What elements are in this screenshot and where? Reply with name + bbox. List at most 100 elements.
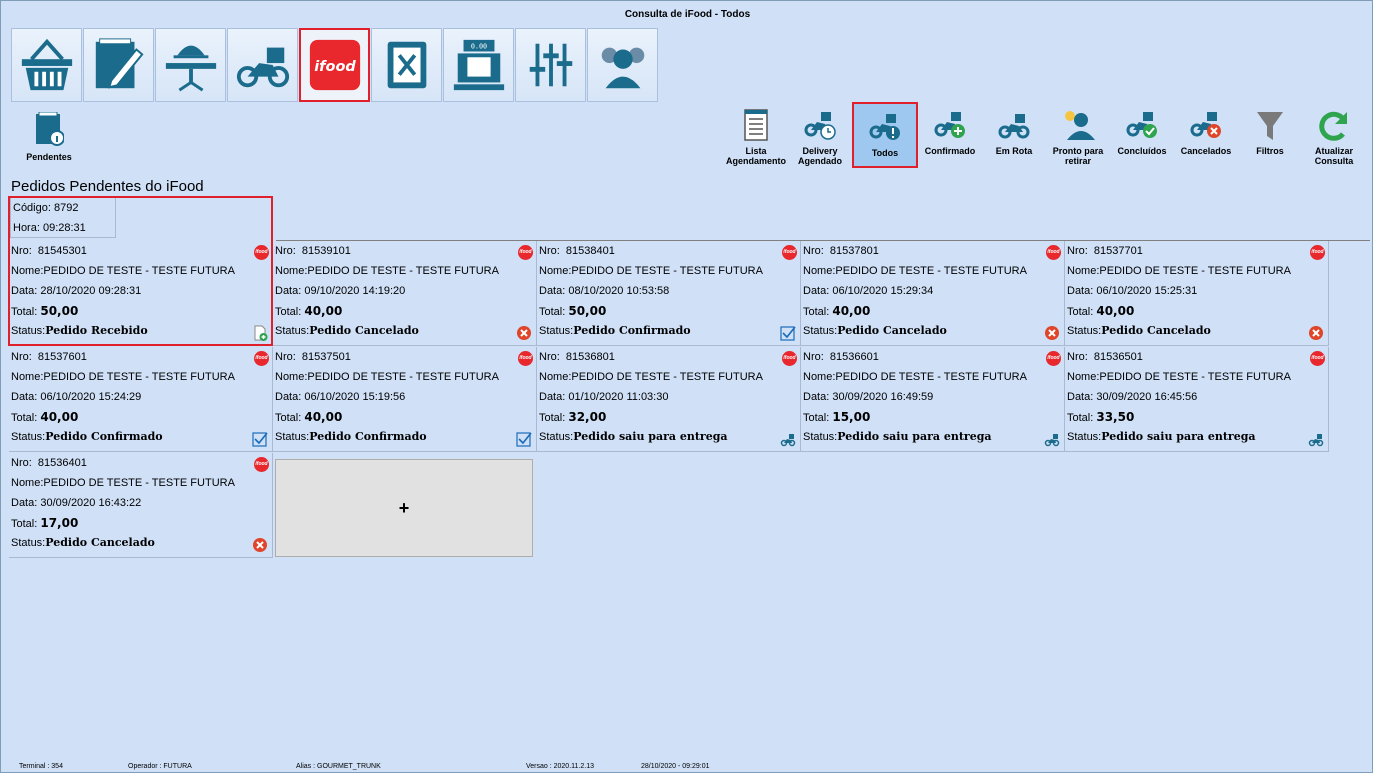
order-total: 40,00 xyxy=(1096,304,1135,318)
order-card[interactable]: Nro: 81537601 Nome:PEDIDO DE TESTE - TEST… xyxy=(9,347,273,452)
order-number: 81536801 xyxy=(565,351,615,363)
order-date-row: Data: 28/10/2020 09:28:31 xyxy=(11,285,142,297)
em-rota-button[interactable]: Em Rota xyxy=(982,102,1046,172)
cancel-icon xyxy=(516,325,532,341)
module-ifood[interactable]: ifood xyxy=(299,28,370,102)
datetime-text: 28/10/2020 - 09:29:01 xyxy=(641,763,710,770)
order-card[interactable]: Nro: 81539101 Nome:PEDIDO DE TESTE - TEST… xyxy=(273,241,537,346)
order-total-row: Total: 50,00 xyxy=(539,304,607,318)
check-icon xyxy=(252,431,268,447)
completed-delivery-icon xyxy=(1126,112,1157,138)
pronto-retirar-button[interactable]: Pronto para retirar xyxy=(1046,102,1110,172)
order-date: 28/10/2020 09:28:31 xyxy=(40,285,142,297)
order-total: 40,00 xyxy=(40,410,79,424)
module-table[interactable] xyxy=(155,28,226,102)
order-status-row: Status:Pedido Cancelado xyxy=(275,324,419,337)
order-name: PEDIDO DE TESTE - TESTE FUTURA xyxy=(571,371,763,383)
order-card[interactable]: Nro: 81536401 Nome:PEDIDO DE TESTE - TEST… xyxy=(9,453,273,558)
basket-icon xyxy=(21,38,72,91)
order-card[interactable]: Nro: 81536601 Nome:PEDIDO DE TESTE - TEST… xyxy=(801,347,1065,452)
users-icon xyxy=(601,47,644,89)
cancelados-button[interactable]: Cancelados xyxy=(1174,102,1238,172)
order-total-row: Total: 40,00 xyxy=(803,304,871,318)
order-status-row: Status:Pedido saiu para entrega xyxy=(539,430,728,443)
atualizar-button[interactable]: Atualizar Consulta xyxy=(1302,102,1366,172)
order-date: 01/10/2020 11:03:30 xyxy=(568,391,669,403)
order-date: 06/10/2020 15:29:34 xyxy=(832,285,934,297)
order-number-row: Nro: 81537701 xyxy=(1067,245,1143,257)
waiter-table-icon xyxy=(165,45,216,92)
order-total: 50,00 xyxy=(568,304,607,318)
motorcycle-icon xyxy=(1044,431,1060,447)
order-status-row: Status:Pedido Confirmado xyxy=(539,324,691,337)
module-settings[interactable] xyxy=(515,28,586,102)
check-icon xyxy=(516,431,532,447)
order-card[interactable]: Nro: 81537701 Nome:PEDIDO DE TESTE - TEST… xyxy=(1065,241,1329,346)
hora-text: Hora: 09:28:31 xyxy=(13,222,86,234)
filtros-button[interactable]: Filtros xyxy=(1238,102,1302,172)
motorcycle-icon xyxy=(1308,431,1324,447)
order-date: 30/09/2020 16:49:59 xyxy=(832,391,934,403)
order-number-row: Nro: 81539101 xyxy=(275,245,351,257)
order-card[interactable]: Nro: 81537801 Nome:PEDIDO DE TESTE - TEST… xyxy=(801,241,1065,346)
order-number: 81536401 xyxy=(37,457,87,469)
order-status-row: Status:Pedido Confirmado xyxy=(11,430,163,443)
module-delivery[interactable] xyxy=(227,28,298,102)
module-basket[interactable] xyxy=(11,28,82,102)
order-status: Pedido Cancelado xyxy=(1101,324,1211,337)
order-status-row: Status:Pedido Cancelado xyxy=(1067,324,1211,337)
order-name: PEDIDO DE TESTE - TESTE FUTURA xyxy=(43,371,235,383)
order-name: PEDIDO DE TESTE - TESTE FUTURA xyxy=(1099,371,1291,383)
order-date-row: Data: 06/10/2020 15:24:29 xyxy=(11,391,142,403)
add-order-button[interactable]: + xyxy=(275,459,533,557)
order-name-row: Nome:PEDIDO DE TESTE - TESTE FUTURA xyxy=(11,371,235,383)
order-card[interactable]: Nro: 81538401 Nome:PEDIDO DE TESTE - TEST… xyxy=(537,241,801,346)
order-name-row: Nome:PEDIDO DE TESTE - TESTE FUTURA xyxy=(11,265,235,277)
pending-button[interactable]: Pendentes xyxy=(19,108,79,166)
order-date-row: Data: 08/10/2020 10:53:58 xyxy=(539,285,670,297)
order-card[interactable]: Nro: 81537501 Nome:PEDIDO DE TESTE - TEST… xyxy=(273,347,537,452)
order-status: Pedido Cancelado xyxy=(309,324,419,337)
alias-text: Alias : GOURMET_TRUNK xyxy=(296,763,381,770)
delivery-agendado-button[interactable]: Delivery Agendado xyxy=(788,102,852,172)
order-number-row: Nro: 81545301 xyxy=(11,245,87,257)
order-number: 81537801 xyxy=(829,245,879,257)
order-name-row: Nome:PEDIDO DE TESTE - TESTE FUTURA xyxy=(275,265,499,277)
order-date: 08/10/2020 10:53:58 xyxy=(568,285,670,297)
svg-text:0.00: 0.00 xyxy=(470,43,486,51)
module-menu[interactable] xyxy=(371,28,442,102)
order-status: Pedido saiu para entrega xyxy=(837,430,992,443)
order-name: PEDIDO DE TESTE - TESTE FUTURA xyxy=(1099,265,1291,277)
order-status: Pedido Confirmado xyxy=(309,430,427,443)
order-card[interactable]: Nro: 81545301 Nome:PEDIDO DE TESTE - TEST… xyxy=(9,241,273,346)
order-total-row: Total: 17,00 xyxy=(11,516,79,530)
order-card[interactable]: Nro: 81536501 Nome:PEDIDO DE TESTE - TEST… xyxy=(1065,347,1329,452)
order-status: Pedido Confirmado xyxy=(45,430,163,443)
order-total-row: Total: 40,00 xyxy=(1067,304,1135,318)
concluidos-button[interactable]: Concluídos xyxy=(1110,102,1174,172)
order-name-row: Nome:PEDIDO DE TESTE - TESTE FUTURA xyxy=(275,371,499,383)
ifood-badge-icon: ifood xyxy=(1310,351,1325,366)
sliders-icon xyxy=(529,43,572,87)
order-card[interactable]: Nro: 81536801 Nome:PEDIDO DE TESTE - TEST… xyxy=(537,347,801,452)
lista-agendamento-button[interactable]: Lista Agendamento xyxy=(724,102,788,172)
order-name: PEDIDO DE TESTE - TESTE FUTURA xyxy=(307,265,499,277)
order-name: PEDIDO DE TESTE - TESTE FUTURA xyxy=(43,265,235,277)
order-number-row: Nro: 81536401 xyxy=(11,457,87,469)
status-bar: Terminal : 354 Operador : FUTURA Alias :… xyxy=(1,760,1373,773)
order-number-row: Nro: 81536801 xyxy=(539,351,615,363)
order-date: 06/10/2020 15:25:31 xyxy=(1096,285,1198,297)
module-notepad[interactable] xyxy=(83,28,154,102)
motorcycle-icon xyxy=(780,431,796,447)
operator-text: Operador : FUTURA xyxy=(128,763,192,770)
todos-button[interactable]: Todos xyxy=(852,102,918,168)
order-total: 15,00 xyxy=(832,410,871,424)
confirmado-button[interactable]: Confirmado xyxy=(918,102,982,172)
module-cash[interactable]: 0.00 xyxy=(443,28,514,102)
order-date-row: Data: 30/09/2020 16:45:56 xyxy=(1067,391,1198,403)
window-title: Consulta de iFood - Todos xyxy=(624,9,751,20)
order-date-row: Data: 06/10/2020 15:29:34 xyxy=(803,285,934,297)
order-total-row: Total: 33,50 xyxy=(1067,410,1135,424)
order-name: PEDIDO DE TESTE - TESTE FUTURA xyxy=(307,371,499,383)
module-users[interactable] xyxy=(587,28,658,102)
